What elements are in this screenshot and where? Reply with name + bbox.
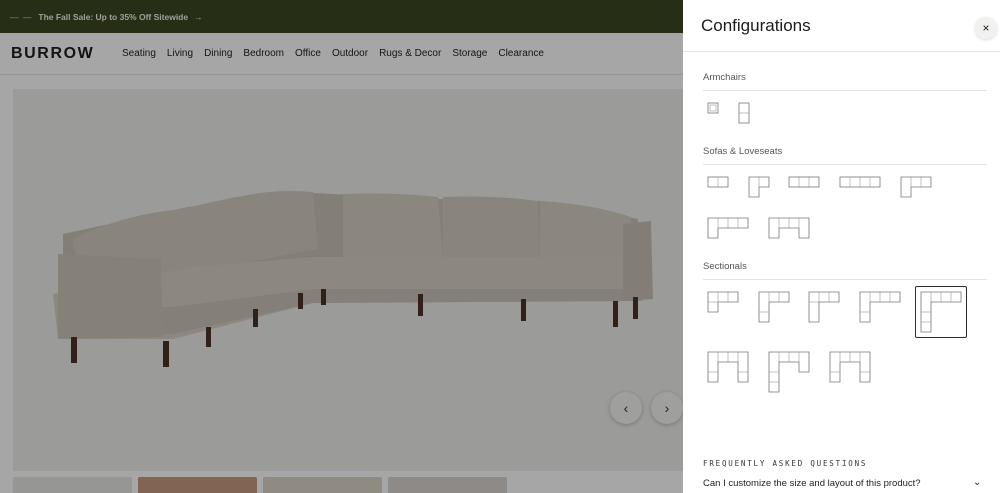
faq-question[interactable]: Can I customize the size and layout of t… [703, 478, 921, 489]
config-sofa-5[interactable] [900, 176, 932, 198]
drawer-title: Configurations [701, 15, 811, 35]
config-sectional-7[interactable] [768, 351, 810, 393]
config-sectional-4[interactable] [859, 291, 901, 323]
config-sofa-3[interactable] [788, 176, 820, 188]
chevron-down-icon[interactable]: ⌄ [973, 477, 981, 488]
divider [703, 90, 987, 91]
config-sectional-1[interactable] [707, 291, 739, 313]
config-sofa-4[interactable] [839, 176, 881, 188]
config-sofa-1[interactable] [707, 176, 729, 188]
drawer-header: Configurations [683, 0, 1000, 52]
modal-backdrop[interactable] [0, 0, 683, 493]
faq-heading: FREQUENTLY ASKED QUESTIONS [703, 459, 868, 468]
config-sectional-6[interactable] [707, 351, 749, 383]
config-sectional-8[interactable] [829, 351, 871, 383]
config-armchair-2[interactable] [738, 102, 750, 124]
close-button[interactable]: × [975, 17, 997, 39]
configurations-drawer: Configurations × Armchairs Sofas & Loves… [683, 0, 1000, 493]
config-sofa-6[interactable] [707, 217, 749, 239]
config-sectional-3[interactable] [808, 291, 840, 323]
config-sofa-7[interactable] [768, 217, 810, 239]
close-icon: × [982, 21, 990, 35]
config-armchair-1[interactable] [707, 102, 719, 114]
config-sofa-2[interactable] [748, 176, 770, 198]
config-sectional-2[interactable] [758, 291, 790, 323]
config-sectional-5-selected[interactable] [915, 286, 967, 338]
section-title-sofas: Sofas & Loveseats [703, 146, 783, 157]
section-title-sectionals: Sectionals [703, 261, 747, 272]
divider [703, 164, 987, 165]
section-title-armchairs: Armchairs [703, 72, 746, 83]
divider [703, 279, 987, 280]
